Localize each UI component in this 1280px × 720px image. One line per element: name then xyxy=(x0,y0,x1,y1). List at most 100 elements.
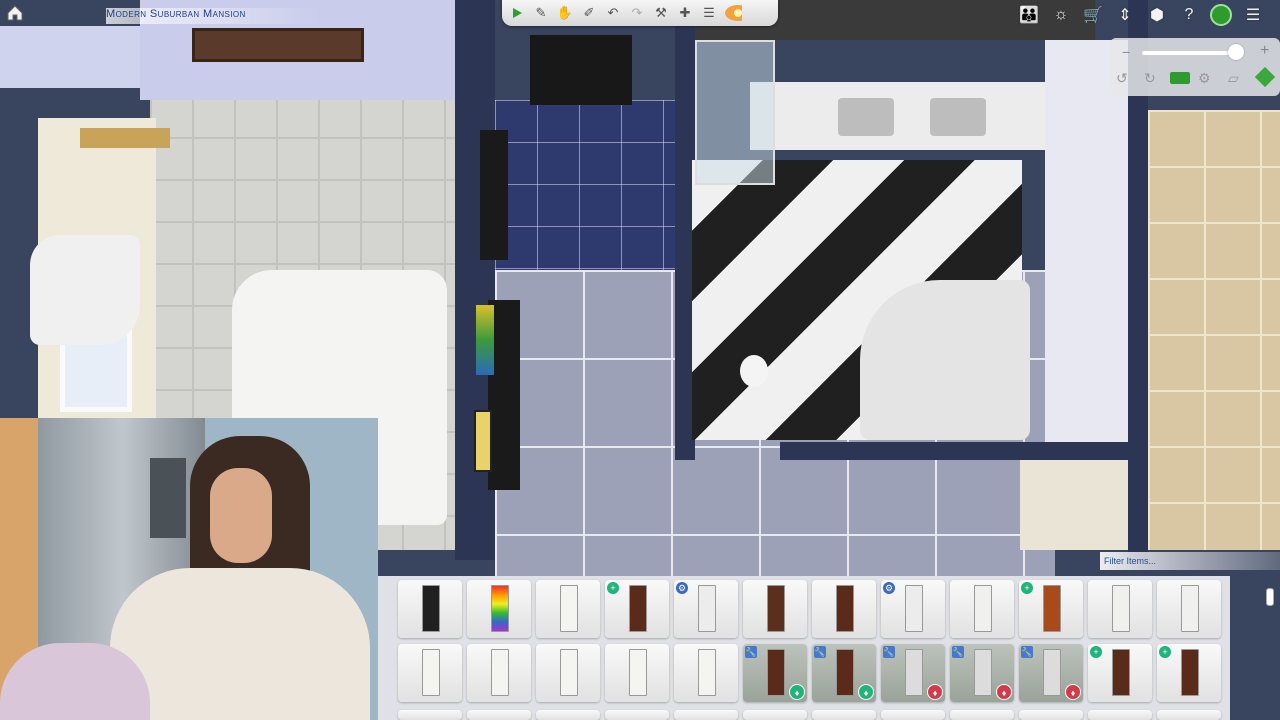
unavailable-badge-icon: ♦ xyxy=(996,684,1012,700)
door-thumbnail xyxy=(767,585,785,632)
catalog-item[interactable]: 🔧 ♦ xyxy=(881,644,945,702)
catalog-item[interactable]: 🔧 ♦ xyxy=(812,644,876,702)
door-thumbnail xyxy=(698,649,716,696)
zoom-slider[interactable] xyxy=(1142,51,1242,55)
catalog-item[interactable]: 🔧 ♦ xyxy=(1019,644,1083,702)
cart-icon[interactable]: 🛒 xyxy=(1080,2,1106,28)
help-icon[interactable]: ? xyxy=(1176,2,1202,28)
catalog-item[interactable]: 🔧 ♦ xyxy=(950,644,1014,702)
door-thumbnail xyxy=(1112,585,1130,632)
new-item-badge: + xyxy=(1159,646,1171,658)
move-icon[interactable]: ✚ xyxy=(676,4,694,22)
eyedropper-icon[interactable]: ✎ xyxy=(532,4,550,22)
catalog-item[interactable] xyxy=(1157,710,1221,720)
catalog-item[interactable] xyxy=(536,580,600,638)
catalog-item[interactable] xyxy=(812,710,876,720)
sink-left[interactable] xyxy=(838,98,894,136)
right-room-floor xyxy=(1148,110,1280,550)
cube-view-icon[interactable] xyxy=(1254,66,1276,88)
bathtub[interactable] xyxy=(860,280,1030,440)
new-item-badge: ⚙ xyxy=(883,582,895,594)
catalog-item[interactable] xyxy=(1088,580,1152,638)
lavender-wall xyxy=(0,26,140,88)
catalog-item[interactable] xyxy=(467,644,531,702)
catalog-item[interactable] xyxy=(1157,580,1221,638)
walls-up-icon[interactable] xyxy=(1170,72,1190,84)
wrench-icon: 🔧 xyxy=(814,646,826,658)
catalog-item[interactable] xyxy=(812,580,876,638)
scrollbar-thumb[interactable] xyxy=(1266,588,1274,606)
wall-sign xyxy=(192,28,364,62)
play-icon[interactable] xyxy=(508,4,526,22)
walls-cutaway-icon[interactable]: ⚙ xyxy=(1198,70,1211,87)
hand-icon[interactable]: ✋ xyxy=(556,4,574,22)
catalog-item[interactable] xyxy=(398,580,462,638)
door-thumbnail xyxy=(422,585,440,632)
catalog-item[interactable]: 🔧 ♦ xyxy=(743,644,807,702)
new-item-badge: + xyxy=(1021,582,1033,594)
catalog-item[interactable]: ⚙ xyxy=(881,580,945,638)
catalog-item[interactable] xyxy=(605,644,669,702)
build-toolbar: ✎ ✋ ✐ ↶ ↷ ⚒ ✚ ☰ xyxy=(502,0,778,26)
catalog-item[interactable] xyxy=(1088,710,1152,720)
catalog-item[interactable]: + xyxy=(1019,580,1083,638)
catalog-item[interactable] xyxy=(536,644,600,702)
sink-right[interactable] xyxy=(930,98,986,136)
toilet[interactable] xyxy=(740,355,768,387)
catalog-item[interactable] xyxy=(950,580,1014,638)
zoom-out-icon[interactable]: − xyxy=(1122,44,1130,60)
catalog-item[interactable] xyxy=(605,710,669,720)
webcam-overlay xyxy=(0,418,378,720)
floor-toggle-icon[interactable]: ⇕ xyxy=(1112,2,1138,28)
new-item-badge: ⚙ xyxy=(676,582,688,594)
undo-icon[interactable]: ↶ xyxy=(604,4,622,22)
zoom-in-icon[interactable]: + xyxy=(1260,42,1269,60)
catalog-item[interactable]: + xyxy=(1088,644,1152,702)
menu-icon[interactable]: ☰ xyxy=(1240,2,1266,28)
redo-icon[interactable]: ↷ xyxy=(628,4,646,22)
home-icon[interactable] xyxy=(4,2,26,24)
catalog-item[interactable] xyxy=(467,580,531,638)
lightbulb-icon[interactable]: ☼ xyxy=(1048,2,1074,28)
catalog-item[interactable] xyxy=(674,710,738,720)
rotate-left-icon[interactable]: ↺ xyxy=(1116,70,1128,87)
catalog-item[interactable] xyxy=(674,644,738,702)
catalog-item[interactable] xyxy=(950,710,1014,720)
sunset-icon[interactable] xyxy=(724,4,742,22)
sledgehammer-icon[interactable]: ⚒ xyxy=(652,4,670,22)
catalog-item[interactable] xyxy=(743,580,807,638)
catalog-item[interactable] xyxy=(1019,710,1083,720)
walls-down-icon[interactable]: ▱ xyxy=(1228,70,1239,87)
available-badge-icon: ♦ xyxy=(858,684,874,700)
filter-input[interactable]: Filter Items... xyxy=(1100,552,1280,570)
curtain xyxy=(30,235,140,345)
wall-art xyxy=(476,305,494,375)
catalog-item[interactable] xyxy=(398,710,462,720)
door-thumbnail xyxy=(560,649,578,696)
catalog-item[interactable]: + xyxy=(1157,644,1221,702)
door-thumbnail xyxy=(1112,649,1130,696)
stack-icon[interactable]: ☰ xyxy=(700,4,718,22)
catalog-item[interactable] xyxy=(881,710,945,720)
door-thumbnail xyxy=(629,649,647,696)
wrench-icon: 🔧 xyxy=(1021,646,1033,658)
catalog-item[interactable] xyxy=(743,710,807,720)
door-thumbnail xyxy=(491,585,509,632)
catalog-item[interactable] xyxy=(398,644,462,702)
catalog-scrollbar[interactable] xyxy=(1266,580,1276,720)
zoom-handle[interactable] xyxy=(1228,44,1244,60)
catalog-item[interactable]: + xyxy=(605,580,669,638)
catalog-item[interactable]: ⚙ xyxy=(674,580,738,638)
camera-box-icon[interactable]: ⬢ xyxy=(1144,2,1170,28)
shower[interactable] xyxy=(695,40,775,185)
door-thumbnail xyxy=(1181,649,1199,696)
hall-door[interactable] xyxy=(530,35,632,105)
catalog-item[interactable] xyxy=(467,710,531,720)
design-tool-icon[interactable]: ✐ xyxy=(580,4,598,22)
build-mode-icon[interactable] xyxy=(1208,2,1234,28)
rotate-right-icon[interactable]: ↻ xyxy=(1144,70,1156,87)
hall-blue-floor xyxy=(495,100,675,280)
household-icon[interactable]: 👪 xyxy=(1016,2,1042,28)
catalog-item[interactable] xyxy=(536,710,600,720)
vanity-counter[interactable] xyxy=(750,82,1050,150)
